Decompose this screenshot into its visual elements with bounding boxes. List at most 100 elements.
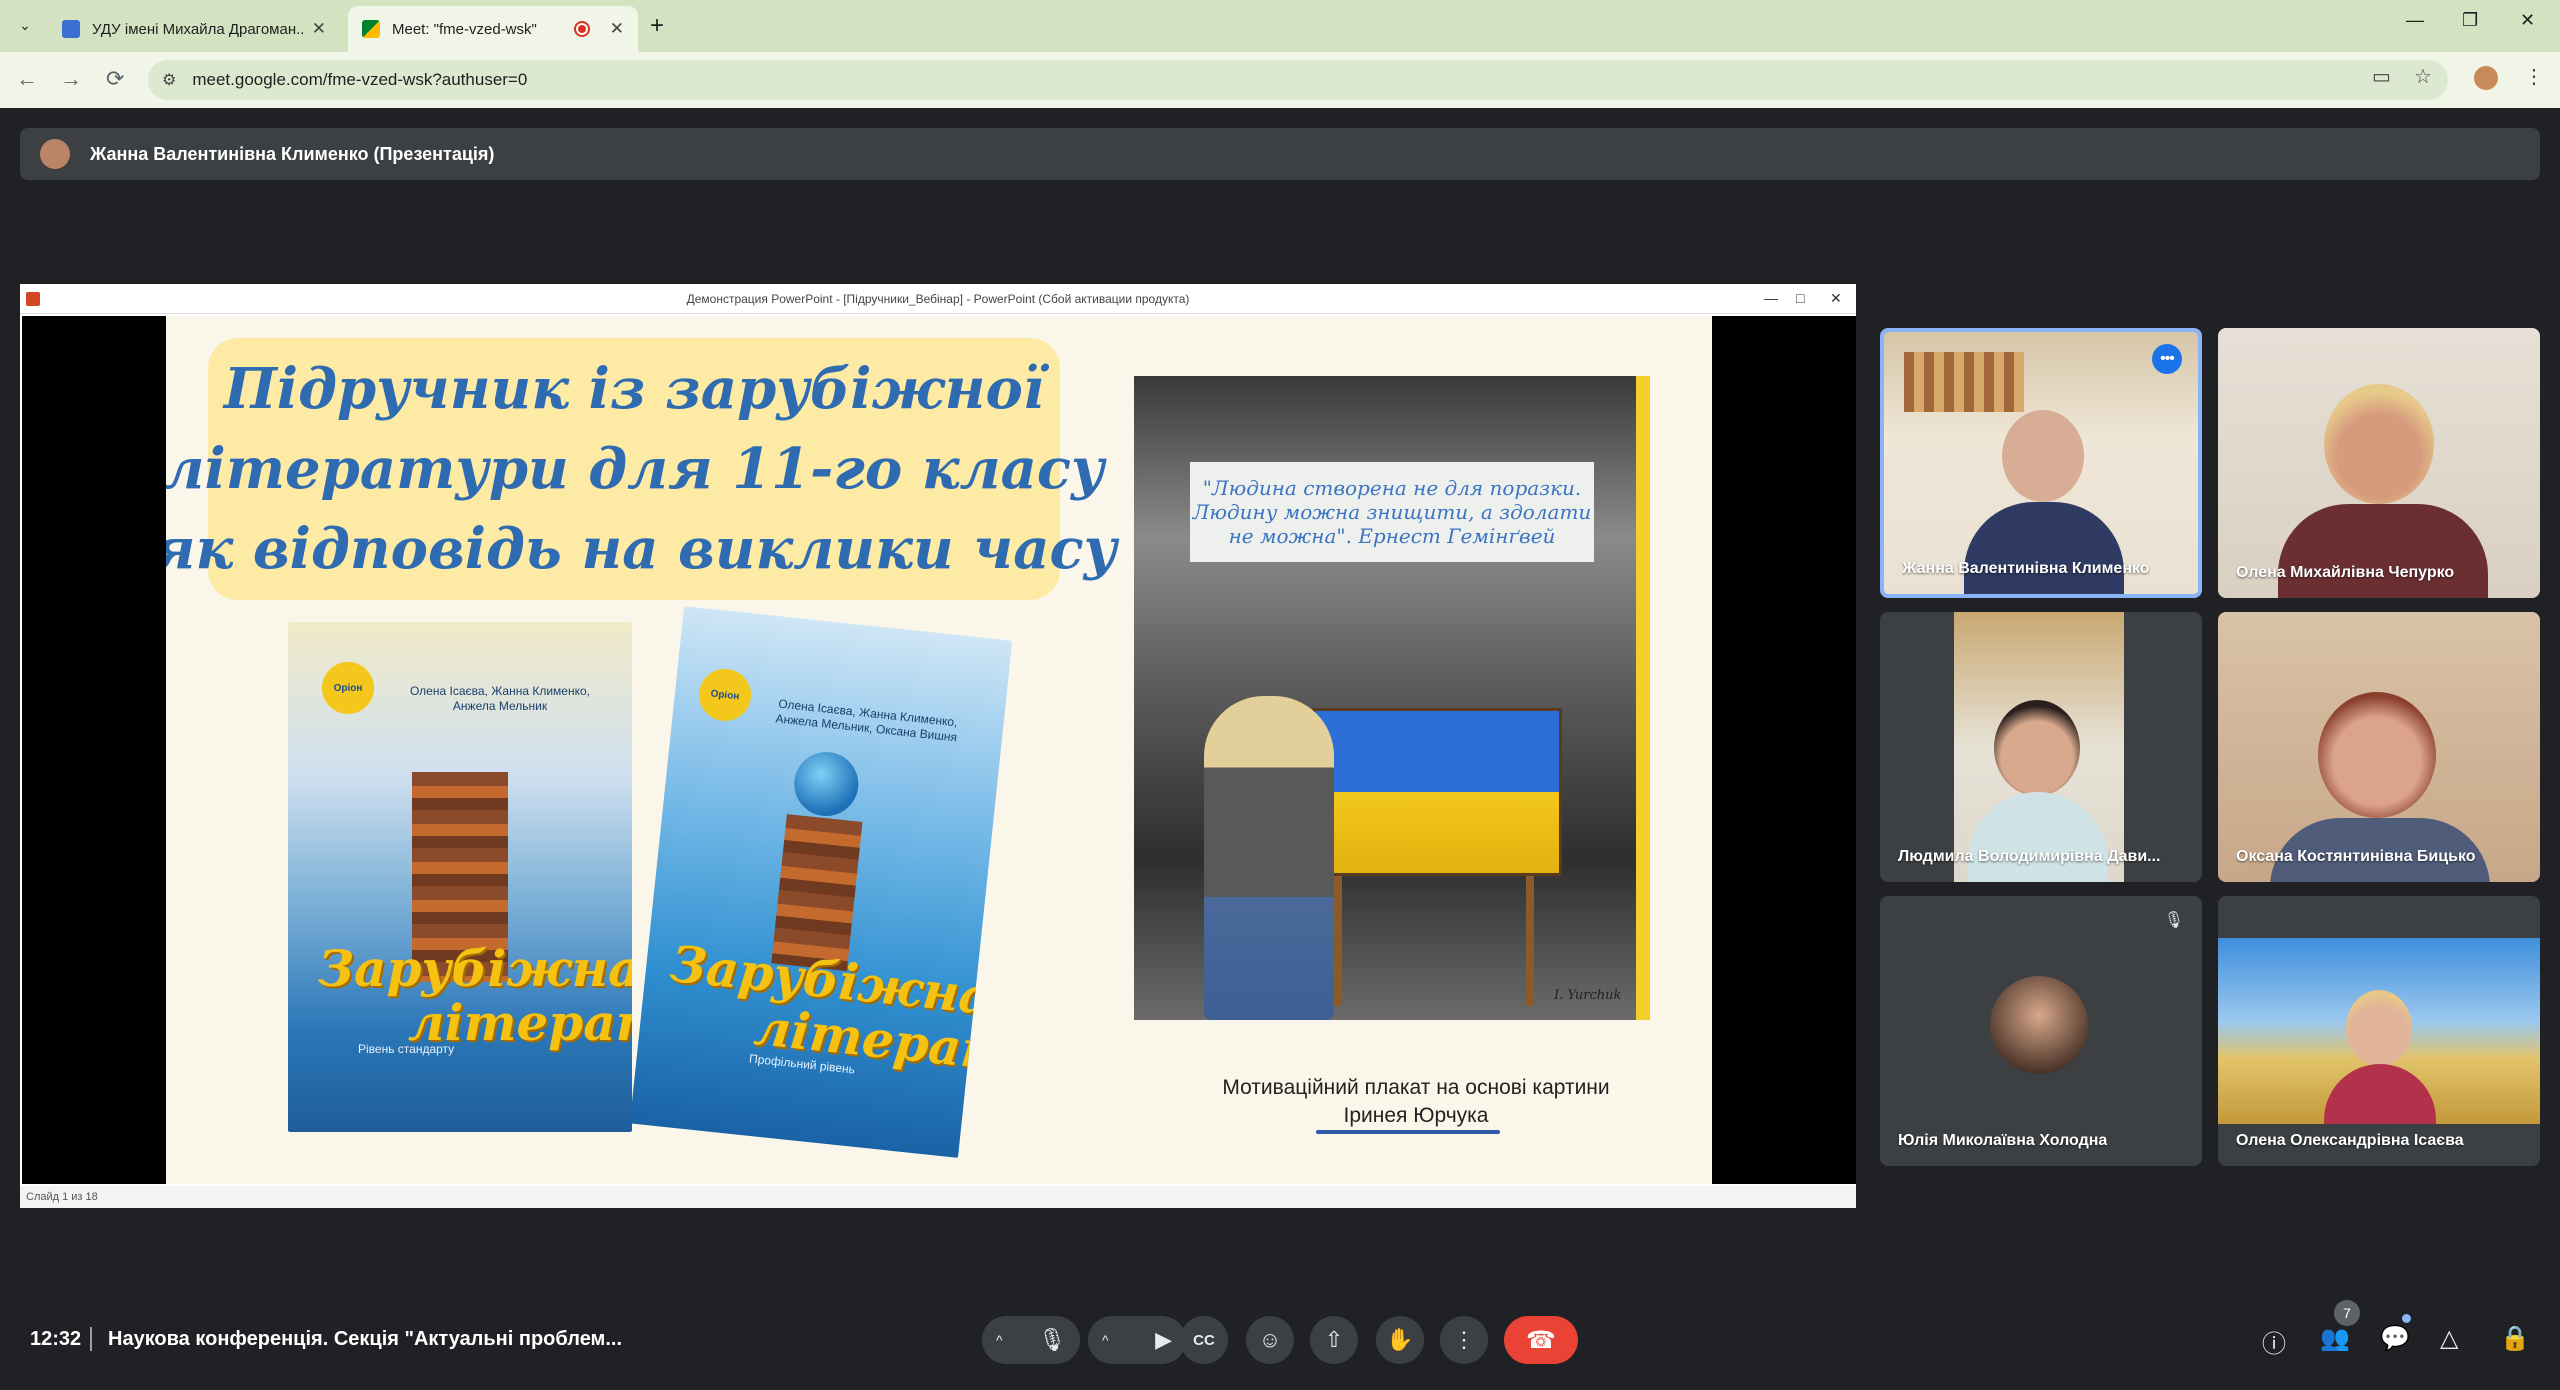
captions-icon: CC (1193, 1331, 1215, 1349)
site-info-icon[interactable]: ⚙ (162, 70, 176, 90)
chat-notification-dot (2402, 1314, 2411, 1323)
people-count-badge: 7 (2334, 1300, 2360, 1326)
participant-body (2278, 504, 2488, 598)
hand-icon: ✋ (1386, 1327, 1414, 1352)
present-button[interactable]: ⇧ (1310, 1316, 1358, 1364)
camera-control[interactable]: ^ ▶ (1088, 1316, 1186, 1364)
participant-tile[interactable]: Людмила Володимирівна Дави... (1880, 612, 2202, 882)
emoji-icon: ☺ (1258, 1327, 1282, 1352)
slide-title-box: Підручник із зарубіжної літератури для 1… (166, 338, 1117, 600)
divider (90, 1327, 92, 1351)
camera-icon[interactable]: ▶ (1155, 1327, 1172, 1353)
camera-in-use-icon[interactable]: ▭ (2372, 64, 2391, 89)
meeting-info-icon[interactable]: ⓘ (2262, 1324, 2286, 1359)
participant-video (1954, 612, 2124, 882)
participant-face (2324, 384, 2434, 504)
new-tab-button[interactable]: + (650, 12, 664, 40)
minimize-icon[interactable]: — (2406, 10, 2424, 31)
slide-counter: Слайд 1 из 18 (26, 1191, 98, 1203)
meeting-clock: 12:32 (30, 1328, 82, 1350)
browser-menu-icon[interactable]: ⋮ (2524, 64, 2544, 89)
meet-favicon-icon (362, 20, 380, 38)
tab-udu[interactable]: УДУ імені Михайла Драгоман... ✕ (48, 6, 340, 52)
participant-body (2324, 1064, 2436, 1124)
host-controls-icon[interactable]: 🔒 (2500, 1324, 2530, 1353)
slide-title-line: літератури для 11-го класу (166, 436, 1105, 502)
tab-title: УДУ імені Михайла Драгоман... (92, 20, 306, 38)
present-screen-icon: ⇧ (1324, 1327, 1344, 1352)
presenter-bar: Жанна Валентинівна Клименко (Презентація… (20, 128, 2540, 180)
participant-tile[interactable]: Оксана Костянтинівна Бицько (2218, 612, 2540, 882)
mic-off-icon: 🎙 (2163, 912, 2184, 929)
participant-tile[interactable]: ••• Жанна Валентинівна Клименко (1880, 328, 2202, 598)
participant-video (2218, 938, 2540, 1124)
tab-meet[interactable]: Meet: "fme-vzed-wsk" ✕ (348, 6, 638, 52)
poster-caption: Мотиваційний плакат на основі картини Ір… (1222, 1076, 1610, 1127)
microphone-control[interactable]: ^ 🎙 (982, 1316, 1080, 1364)
participant-tile[interactable]: Олена Олександрівна Ісаєва (2218, 896, 2540, 1166)
shared-screen: Демонстрация PowerPoint - [Підручники_Ве… (20, 284, 1856, 1208)
bookmark-star-icon[interactable]: ☆ (2414, 64, 2432, 89)
bookshelf-background (1904, 352, 2024, 412)
participant-tile[interactable]: Олена Михайлівна Чепурко (2218, 328, 2540, 598)
participant-face (2346, 990, 2412, 1066)
participant-face (2318, 692, 2436, 818)
book-cover-profile: Оріон Олена Ісаєва, Жанна Клименко, Анже… (629, 606, 1013, 1158)
artist-signature: I. Yurchuk (1554, 988, 1622, 1003)
caption-underline (1316, 1130, 1500, 1134)
pp-maximize-icon: □ (1796, 290, 1805, 306)
browser-toolbar: ← → ⟳ ⚙ meet.google.com/fme-vzed-wsk?aut… (0, 52, 2560, 108)
motivational-poster: "Людина створена не для поразки. Людину … (1134, 376, 1650, 1020)
book-title: Зарубіжна 11 література (318, 939, 632, 1052)
participant-name: Людмила Володимирівна Дави... (1898, 848, 2161, 865)
tab-search-button[interactable]: ⌄ (10, 10, 40, 40)
forward-arrow-icon[interactable]: → (60, 66, 82, 92)
calendar-favicon-icon (62, 20, 80, 38)
participant-video (2218, 612, 2540, 882)
people-icon[interactable]: 👥 (2320, 1324, 2350, 1353)
quote-line: "Людина створена не для поразки. (1202, 476, 1582, 500)
chat-icon[interactable]: 💬 (2380, 1324, 2410, 1353)
activities-icon[interactable]: △ (2440, 1324, 2458, 1353)
url-text[interactable]: meet.google.com/fme-vzed-wsk?authuser=0 (192, 70, 527, 90)
window-close-icon[interactable]: ✕ (2520, 10, 2535, 31)
tab-close-icon[interactable]: ✕ (312, 19, 326, 39)
chevron-down-icon: ⌄ (19, 16, 31, 33)
more-options-icon[interactable]: ••• (2152, 344, 2182, 374)
book-cover-standard: Оріон Олена Ісаєва, Жанна Клименко, Анже… (288, 622, 632, 1132)
captions-button[interactable]: CC (1180, 1316, 1228, 1364)
chevron-up-icon[interactable]: ^ (996, 1332, 1003, 1348)
maximize-icon[interactable]: ❐ (2462, 10, 2478, 31)
powerpoint-window-title: Демонстрация PowerPoint - [Підручники_Ве… (686, 291, 1190, 306)
more-options-button[interactable]: ⋮ (1440, 1316, 1488, 1364)
reload-icon[interactable]: ⟳ (106, 66, 124, 92)
slide-title-line: як відповідь на виклики часу (166, 516, 1118, 582)
painted-canvas-illustration (1312, 708, 1562, 876)
powerpoint-titlebar: Демонстрация PowerPoint - [Підручники_Ве… (20, 284, 1856, 314)
raise-hand-button[interactable]: ✋ (1376, 1316, 1424, 1364)
participant-name: Олена Олександрівна Ісаєва (2236, 1132, 2464, 1149)
powerpoint-statusbar: Слайд 1 из 18 (20, 1186, 1856, 1208)
address-bar[interactable]: ⚙ meet.google.com/fme-vzed-wsk?authuser=… (148, 60, 2448, 100)
publisher-badge: Оріон (696, 666, 754, 724)
participant-face (1994, 700, 2080, 796)
profile-avatar[interactable] (2474, 66, 2498, 90)
participant-avatar (1990, 976, 2088, 1074)
slide-stage: Підручник із зарубіжної літератури для 1… (22, 316, 1856, 1184)
microphone-icon[interactable]: 🎙 (1038, 1327, 1066, 1353)
leave-call-button[interactable]: ☎ (1504, 1316, 1578, 1364)
participant-name: Оксана Костянтинівна Бицько (2236, 848, 2476, 865)
end-call-icon: ☎ (1526, 1326, 1556, 1354)
presenter-label: Жанна Валентинівна Клименко (Презентація… (90, 143, 495, 164)
participant-body (1968, 792, 2108, 882)
pp-close-icon: ✕ (1830, 290, 1842, 306)
chevron-up-icon[interactable]: ^ (1102, 1332, 1109, 1348)
reactions-button[interactable]: ☺ (1246, 1316, 1294, 1364)
participant-name: Олена Михайлівна Чепурко (2236, 564, 2455, 581)
back-arrow-icon[interactable]: ← (16, 66, 38, 92)
quote-line: Людину можна знищити, а здолати (1192, 500, 1592, 524)
participant-tile[interactable]: 🎙 Юлія Миколаївна Холодна (1880, 896, 2202, 1166)
tab-close-icon[interactable]: ✕ (610, 19, 624, 39)
quote-line: не можна". Ернест Гемінґвей (1228, 524, 1556, 548)
globe-illustration (791, 748, 862, 820)
